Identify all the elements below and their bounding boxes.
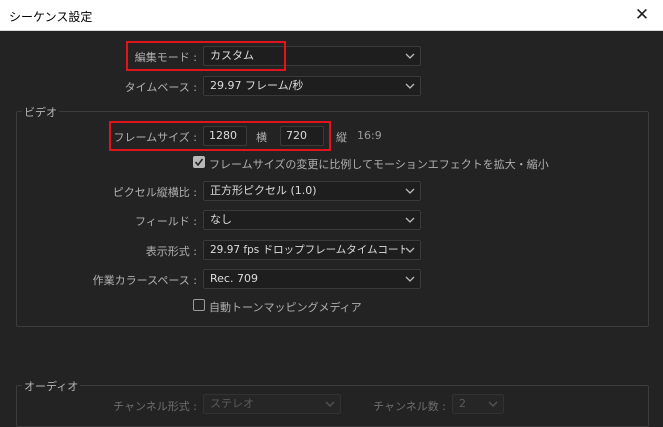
- aspect-ratio-text: 16:9: [357, 129, 382, 142]
- display-format-dropdown[interactable]: 29.97 fps ドロップフレームタイムコード: [203, 240, 421, 260]
- timebase-dropdown[interactable]: 29.97 フレーム/秒: [203, 76, 421, 96]
- auto-tone-label: 自動トーンマッピングメディア: [209, 301, 362, 314]
- scale-motion-label: フレームサイズの変更に比例してモーションエフェクトを拡大・縮小: [209, 158, 549, 171]
- pixel-aspect-dropdown[interactable]: 正方形ピクセル (1.0): [203, 181, 421, 201]
- close-icon: ✕: [634, 5, 650, 25]
- pixel-aspect-value: 正方形ピクセル (1.0): [210, 184, 317, 197]
- edit-mode-value: カスタム: [210, 49, 254, 62]
- chevron-down-icon: [405, 241, 415, 259]
- chevron-down-icon: [405, 47, 415, 65]
- horizontal-label: 横: [256, 131, 267, 144]
- fields-value: なし: [210, 213, 232, 226]
- frame-height-value: 720: [286, 129, 307, 142]
- color-space-value: Rec. 709: [210, 272, 258, 285]
- edit-mode-label: 編集モード :: [134, 51, 197, 64]
- chevron-down-icon: [405, 270, 415, 288]
- auto-tone-checkbox[interactable]: [193, 299, 205, 311]
- chevron-down-icon: [488, 395, 498, 413]
- frame-height-input[interactable]: 720: [280, 126, 324, 146]
- title-bar: シーケンス設定 ✕: [0, 0, 663, 31]
- color-space-label: 作業カラースペース :: [92, 274, 197, 287]
- channel-count-label: チャンネル数 :: [373, 400, 446, 413]
- edit-mode-dropdown[interactable]: カスタム: [203, 46, 421, 66]
- display-format-value: 29.97 fps ドロップフレームタイムコード: [210, 244, 410, 256]
- channel-format-dropdown[interactable]: ステレオ: [203, 394, 341, 414]
- window-title: シーケンス設定: [9, 10, 93, 24]
- fields-label: フィールド :: [135, 215, 197, 228]
- channel-count-value: 2: [459, 397, 466, 410]
- color-space-dropdown[interactable]: Rec. 709: [203, 269, 421, 289]
- vertical-label: 縦: [336, 131, 347, 144]
- chevron-down-icon: [405, 211, 415, 229]
- audio-section-label: オーディオ: [22, 378, 81, 394]
- channel-format-label: チャンネル形式 :: [113, 400, 197, 413]
- timebase-label: タイムベース :: [124, 81, 197, 94]
- display-format-label: 表示形式 :: [145, 245, 197, 258]
- channel-format-value: ステレオ: [210, 397, 254, 410]
- checkmark-icon: [194, 158, 204, 167]
- channel-count-dropdown[interactable]: 2: [452, 394, 504, 414]
- frame-width-value: 1280: [209, 129, 237, 142]
- timebase-value: 29.97 フレーム/秒: [210, 79, 304, 92]
- frame-size-label: フレームサイズ :: [113, 131, 197, 144]
- chevron-down-icon: [405, 182, 415, 200]
- scale-motion-checkbox[interactable]: [193, 156, 205, 168]
- close-button[interactable]: ✕: [632, 5, 652, 25]
- pixel-aspect-label: ピクセル縦横比 :: [112, 186, 197, 199]
- chevron-down-icon: [405, 77, 415, 95]
- video-section-label: ビデオ: [22, 104, 59, 120]
- fields-dropdown[interactable]: なし: [203, 210, 421, 230]
- frame-width-input[interactable]: 1280: [203, 126, 247, 146]
- chevron-down-icon: [325, 395, 335, 413]
